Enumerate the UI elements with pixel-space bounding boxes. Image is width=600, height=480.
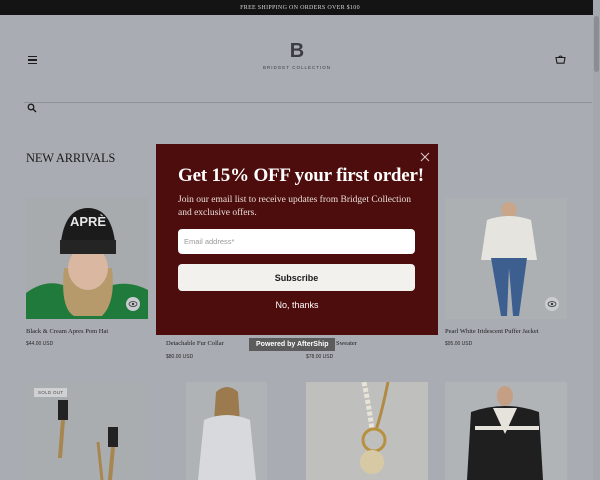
- product-card[interactable]: Pearl White Iridescent Puffer Jacket $95…: [445, 198, 567, 347]
- striped-sweater-photo: [445, 382, 567, 480]
- product-name[interactable]: Sweater: [336, 340, 357, 347]
- product-card[interactable]: APRÈ Black & Cream Apres Pom Hat $44.00 …: [26, 198, 148, 347]
- site-header: B BRIDGET COLLECTION: [0, 15, 600, 103]
- logo[interactable]: B BRIDGET COLLECTION: [262, 41, 332, 70]
- sold-out-badge: SOLD OUT: [34, 388, 68, 397]
- no-thanks-link[interactable]: No, thanks: [156, 300, 438, 310]
- powered-by-badge[interactable]: Powered by AfterShip: [249, 338, 336, 351]
- product-name[interactable]: Black & Cream Apres Pom Hat: [26, 328, 148, 335]
- product-image[interactable]: [445, 382, 567, 480]
- logo-text: BRIDGET COLLECTION: [263, 65, 331, 70]
- logo-mark: B: [289, 40, 305, 62]
- product-image[interactable]: [186, 382, 267, 480]
- product-card[interactable]: [445, 382, 567, 480]
- product-price: $95.00 USD: [445, 341, 473, 347]
- popup-body: Join our email list to receive updates f…: [178, 195, 411, 218]
- product-card[interactable]: [186, 382, 308, 480]
- announcement-text: FREE SHIPPING ON ORDERS OVER $100: [240, 4, 360, 11]
- section-title: NEW ARRIVALS: [26, 151, 116, 165]
- subscribe-button[interactable]: Subscribe: [178, 264, 415, 291]
- product-image[interactable]: SOLD OUT: [26, 382, 148, 480]
- popup-title: Get 15% OFF your first order!: [178, 165, 424, 186]
- email-signup-popup: Get 15% OFF your first order! Join our e…: [156, 144, 438, 335]
- product-image[interactable]: [445, 198, 567, 319]
- scrollbar-thumb[interactable]: [594, 16, 599, 72]
- menu-icon[interactable]: [28, 56, 37, 64]
- svg-text:APRÈ: APRÈ: [70, 214, 106, 229]
- product-card[interactable]: [306, 382, 428, 480]
- product-price: $44.00 USD: [26, 341, 54, 347]
- product-card[interactable]: SOLD OUT: [26, 382, 148, 480]
- eye-icon[interactable]: [126, 297, 140, 311]
- search-icon[interactable]: [27, 103, 37, 113]
- product-price: $78.00 USD: [306, 354, 334, 360]
- page-scrollbar[interactable]: [593, 0, 600, 480]
- product-name[interactable]: Pearl White Iridescent Puffer Jacket: [445, 328, 567, 335]
- product-image[interactable]: APRÈ: [26, 198, 148, 319]
- close-icon[interactable]: [420, 152, 430, 162]
- sweater-model-photo: [186, 382, 267, 480]
- bag-icon[interactable]: [555, 54, 566, 64]
- header-divider: [24, 102, 592, 103]
- product-price: $80.00 USD: [166, 354, 194, 360]
- eye-icon[interactable]: [545, 297, 559, 311]
- product-name[interactable]: Detachable Fur Collar: [166, 340, 224, 347]
- announcement-bar: FREE SHIPPING ON ORDERS OVER $100: [0, 0, 600, 15]
- page: FREE SHIPPING ON ORDERS OVER $100 B BRID…: [0, 0, 600, 480]
- product-image[interactable]: [306, 382, 428, 480]
- necklace-photo: [306, 382, 428, 480]
- email-field[interactable]: [178, 229, 415, 254]
